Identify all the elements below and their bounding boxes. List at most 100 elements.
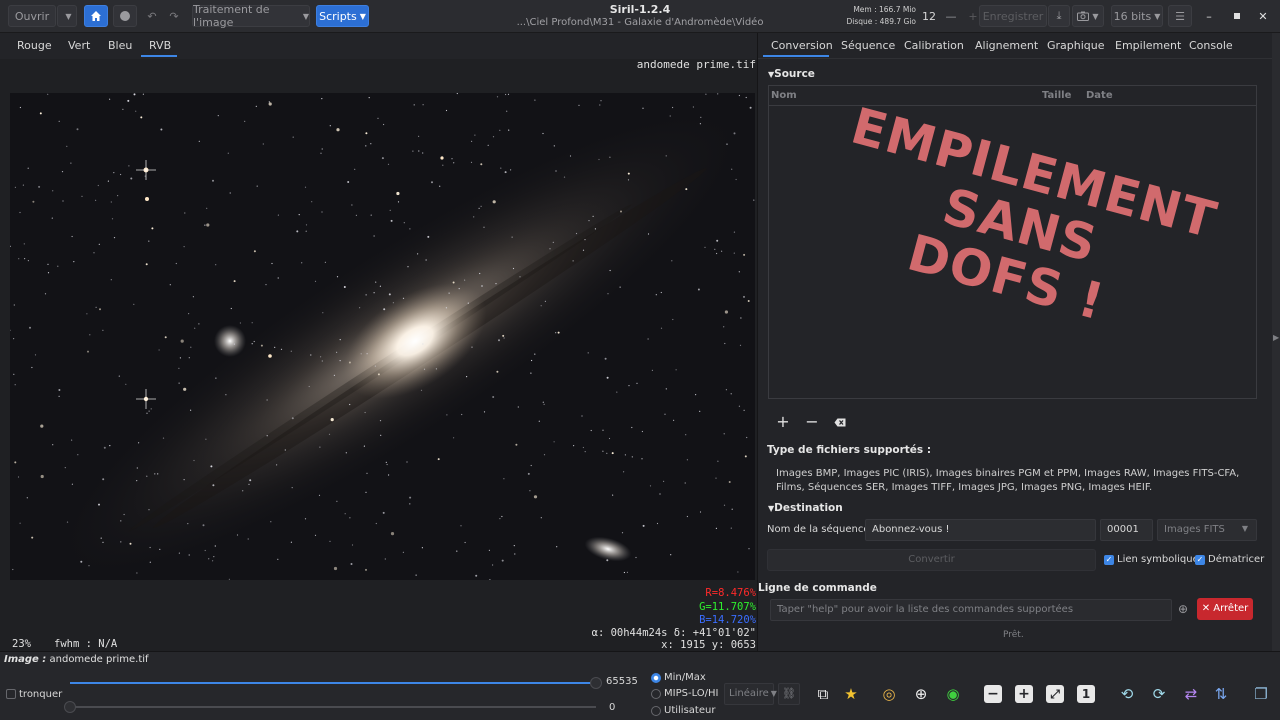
- close-image-button[interactable]: [113, 5, 137, 27]
- low-threshold-slider[interactable]: [70, 706, 596, 708]
- annotate-button[interactable]: ◎: [878, 683, 900, 705]
- open-recent-dropdown[interactable]: ▼: [57, 5, 77, 27]
- save-as-button[interactable]: ⤓: [1048, 5, 1070, 27]
- globe-icon: ⊕: [914, 685, 928, 703]
- bit-depth-select[interactable]: 16 bits ▼: [1111, 5, 1163, 27]
- bullseye-icon: ◉: [946, 685, 960, 703]
- high-threshold-knob[interactable]: [590, 677, 602, 689]
- tab-graph[interactable]: Graphique: [1047, 39, 1105, 52]
- mode-mips-radio[interactable]: [651, 689, 661, 699]
- debayer-checkbox[interactable]: ✓: [1195, 555, 1205, 565]
- rotate-right-button[interactable]: ⟳: [1148, 683, 1170, 705]
- mode-user-radio[interactable]: [651, 706, 661, 716]
- chevron-down-icon: ▼: [359, 11, 366, 21]
- tab-rgb[interactable]: RVB: [149, 39, 171, 52]
- rotate-right-icon: ⟳: [1152, 685, 1166, 703]
- chevron-down-icon: ▼: [770, 689, 777, 698]
- clear-list-button[interactable]: [830, 412, 850, 432]
- file-path: ...\Ciel Profond\M31 - Galaxie d'Andromè…: [516, 17, 764, 28]
- photometry-button[interactable]: ★: [840, 683, 862, 705]
- snapshot-button[interactable]: ▼: [1072, 5, 1104, 27]
- remove-file-button[interactable]: −: [802, 412, 822, 432]
- status-text: Prêt.: [1003, 630, 1024, 640]
- zoom-100-button[interactable]: 1: [1075, 683, 1097, 705]
- zoom-fit-icon: ⤢: [1046, 685, 1064, 703]
- cut-label: tronquer: [19, 689, 63, 700]
- save-label: Enregistrer: [982, 9, 1044, 23]
- sequence-name-input[interactable]: Abonnez-vous !: [865, 519, 1096, 541]
- disk-usage: Disque : 489.7 Gio: [846, 17, 916, 26]
- tab-console[interactable]: Console: [1189, 39, 1233, 52]
- mirror-y-button[interactable]: ⇅: [1210, 683, 1232, 705]
- snapshot-toggle-button[interactable]: ⧉: [812, 683, 834, 705]
- tab-calibration[interactable]: Calibration: [904, 39, 964, 52]
- rotate-left-button[interactable]: ⟲: [1116, 683, 1138, 705]
- column-name[interactable]: Nom: [771, 90, 797, 101]
- zoom-fit-button[interactable]: ⤢: [1044, 683, 1066, 705]
- zoom-in-button[interactable]: +: [1013, 683, 1035, 705]
- check-icon: ✓: [1196, 555, 1204, 564]
- chevron-down-icon: ▼: [302, 11, 309, 21]
- tab-alignment[interactable]: Alignement: [975, 39, 1038, 52]
- scripts-menu[interactable]: Scripts ▼: [316, 5, 369, 27]
- tab-red[interactable]: Rouge: [17, 39, 52, 52]
- source-expander[interactable]: ▼Source: [768, 68, 815, 80]
- command-input[interactable]: Taper "help" pour avoir la liste des com…: [770, 599, 1172, 621]
- supported-types-title: Type de fichiers supportés :: [767, 444, 932, 456]
- tab-sequence[interactable]: Séquence: [841, 39, 895, 52]
- tab-green[interactable]: Vert: [68, 39, 90, 52]
- redo-button[interactable]: ↷: [164, 5, 184, 27]
- zoom-in-icon: +: [1015, 685, 1033, 703]
- close-window-button[interactable]: ✕: [1252, 5, 1274, 27]
- memory-usage: Mem : 166.7 Mio: [853, 5, 916, 14]
- mode-minmax-radio[interactable]: [651, 673, 661, 683]
- cut-checkbox[interactable]: [6, 689, 16, 699]
- image-processing-menu[interactable]: Traitement de l'image ▼: [192, 3, 310, 29]
- zoom-out-button[interactable]: −: [982, 683, 1004, 705]
- grid-button[interactable]: ◉: [942, 683, 964, 705]
- galaxy-image[interactable]: [10, 93, 755, 580]
- stop-button[interactable]: ✕ Arrêter: [1197, 598, 1253, 620]
- pixel-blue-value: B=14.720%: [699, 614, 756, 626]
- high-threshold-fill: [70, 682, 596, 684]
- add-files-button[interactable]: +: [773, 412, 793, 432]
- current-image-label: Image : andomede prime.tif: [4, 654, 149, 665]
- sequence-name-label: Nom de la séquence :: [767, 524, 877, 535]
- mirror-x-button[interactable]: ⇄: [1180, 683, 1202, 705]
- destination-expander[interactable]: ▼Destination: [768, 502, 843, 514]
- low-threshold-knob[interactable]: [64, 701, 76, 713]
- stretch-mode-select[interactable]: Linéaire ▼: [724, 683, 777, 705]
- debayer-label: Dématricer: [1208, 554, 1265, 565]
- undo-button[interactable]: ↶: [142, 5, 162, 27]
- main-menu-button[interactable]: ☰: [1168, 5, 1192, 27]
- chevron-down-icon: ▼: [1092, 11, 1099, 21]
- active-tab-indicator: [763, 55, 829, 57]
- convert-button[interactable]: Convertir: [767, 549, 1096, 571]
- link-channels-button[interactable]: ⛓: [778, 683, 800, 705]
- open-button[interactable]: Ouvrir: [8, 5, 56, 27]
- tab-conversion[interactable]: Conversion: [771, 39, 833, 52]
- camera-icon: [1077, 11, 1090, 21]
- maximize-button[interactable]: [1226, 5, 1248, 27]
- threads-decrease-button[interactable]: —: [940, 5, 962, 27]
- output-format-select[interactable]: Images FITS ▼: [1157, 519, 1257, 541]
- symlink-label: Lien symbolique: [1117, 554, 1199, 565]
- catalog-button[interactable]: ⊕: [910, 683, 932, 705]
- mirror-y-icon: ⇅: [1214, 685, 1228, 703]
- column-size[interactable]: Taille: [1042, 90, 1071, 101]
- help-button[interactable]: ⊕: [1176, 602, 1190, 616]
- window-layout-button[interactable]: ❐: [1250, 683, 1272, 705]
- save-button[interactable]: Enregistrer: [979, 5, 1047, 27]
- column-date[interactable]: Date: [1086, 90, 1113, 101]
- minimize-button[interactable]: –: [1198, 5, 1220, 27]
- symlink-checkbox[interactable]: ✓: [1104, 555, 1114, 565]
- panel-collapse-handle[interactable]: ▶: [1272, 33, 1280, 651]
- home-button[interactable]: [84, 5, 108, 27]
- high-threshold-value: 65535: [606, 676, 638, 687]
- link-icon: ⛓: [782, 687, 796, 700]
- sequence-index-input[interactable]: 00001: [1100, 519, 1153, 541]
- destination-title: Destination: [774, 502, 843, 514]
- open-label: Ouvrir: [14, 9, 50, 23]
- tab-stacking[interactable]: Empilement: [1115, 39, 1181, 52]
- tab-blue[interactable]: Bleu: [108, 39, 132, 52]
